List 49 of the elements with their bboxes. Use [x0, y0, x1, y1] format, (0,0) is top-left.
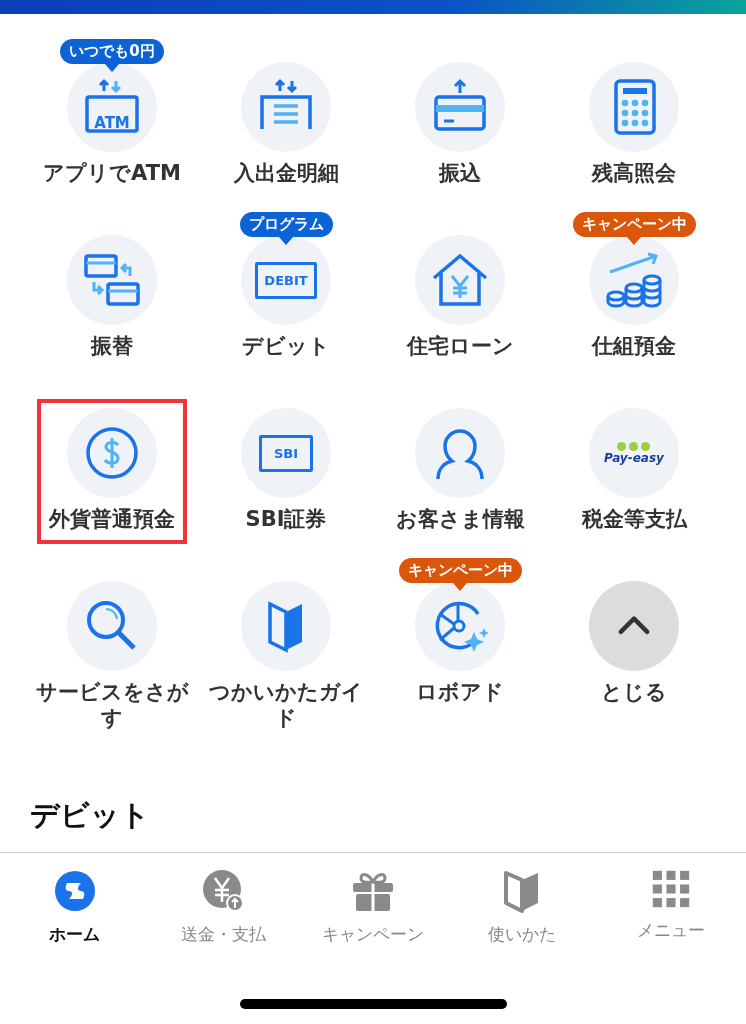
menu-label: ロボアド	[415, 679, 505, 706]
badge-pointer	[105, 64, 119, 72]
card-label: SBI	[259, 434, 313, 472]
home-icon	[52, 869, 97, 913]
tab[interactable]: 送金・支払	[149, 869, 299, 946]
menu-label: デビット	[241, 333, 331, 360]
badge-pointer	[627, 237, 641, 245]
menu-item[interactable]: 残高照会	[559, 53, 709, 199]
menu-item[interactable]: Pay-easy 税金等支払	[559, 399, 709, 545]
menu-item[interactable]: 住宅ローン	[385, 226, 535, 372]
menu-item[interactable]: キャンペーン中 ロボアド	[385, 549, 535, 718]
menu-label: とじる	[600, 679, 668, 706]
menu-item[interactable]: SBI SBI証券	[211, 399, 361, 545]
menu-item[interactable]: サービスをさがす	[37, 572, 187, 744]
menu-label: お客さま情報	[394, 506, 526, 533]
menu-label: つかいかたガイド	[208, 679, 364, 732]
tab[interactable]: メニュー	[596, 869, 746, 942]
menu-item[interactable]: プログラム DEBIT デビット	[211, 203, 361, 372]
menu-label: 住宅ローン	[405, 333, 515, 360]
menu-item[interactable]: 外貨普通預金	[37, 399, 187, 545]
menu-item[interactable]: キャンペーン中 仕組預金	[559, 203, 709, 372]
menu-grid-icon	[651, 869, 692, 909]
menu-label: SBI証券	[244, 506, 328, 533]
menu-label: サービスをさがす	[34, 679, 190, 732]
menu-label: 税金等支払	[580, 506, 689, 533]
badge-pointer	[279, 237, 293, 245]
menu-item[interactable]: 振替	[37, 226, 187, 372]
menu-item[interactable]: つかいかたガイド	[211, 572, 361, 744]
menu-item[interactable]: 入出金明細	[211, 53, 361, 199]
menu-label: 振替	[89, 333, 134, 360]
menu-item[interactable]: とじる	[559, 572, 709, 718]
menu-label: 入出金明細	[232, 160, 340, 187]
tab[interactable]: キャンペーン	[298, 869, 448, 946]
menu-label: 外貨普通預金	[47, 506, 176, 533]
tab[interactable]: ホーム	[0, 869, 150, 946]
card-label: ATM	[94, 114, 130, 132]
menu-item[interactable]: お客さま情報	[385, 399, 535, 545]
menu-label: 仕組預金	[590, 333, 677, 360]
menu-item[interactable]: 振込	[385, 53, 535, 199]
coins-icon	[604, 250, 664, 310]
menu-label: アプリでATM	[42, 160, 182, 187]
badge-pointer	[453, 583, 467, 591]
tab[interactable]: 使いかた	[447, 869, 597, 946]
menu-item[interactable]: いつでも0円 ATM アプリでATM	[37, 30, 187, 199]
menu-label: 振込	[437, 160, 482, 187]
card-label: DEBIT	[255, 261, 317, 299]
section-title: デビット	[30, 796, 151, 834]
pay-easy-logo: Pay-easy	[604, 441, 664, 465]
menu-label: 残高照会	[590, 160, 677, 187]
